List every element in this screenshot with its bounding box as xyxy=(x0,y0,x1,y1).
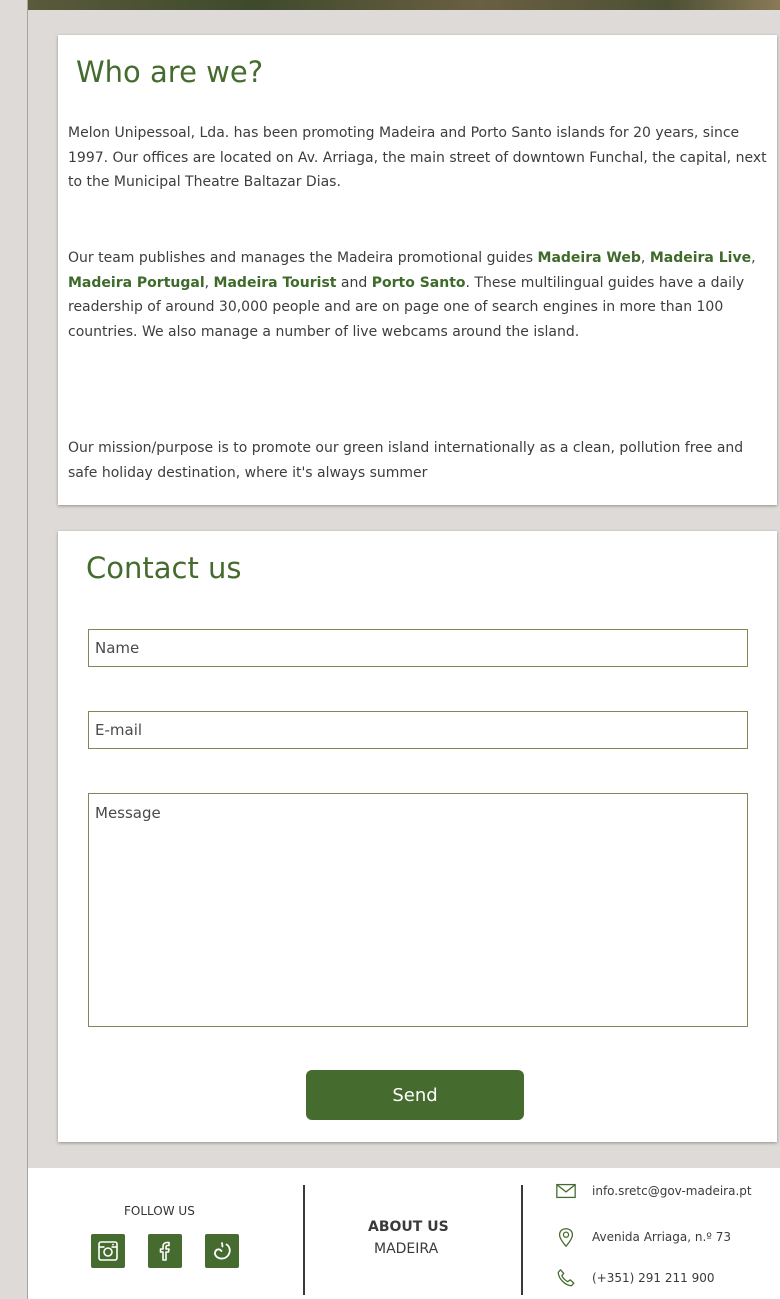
separator: , xyxy=(751,250,756,266)
footer-address-text: Avenida Arriaga, n.º 73 xyxy=(592,1230,732,1244)
about-card: Who are we? Melon Unipessoal, Lda. has b… xyxy=(58,35,777,505)
footer-email-text: info.sretc@gov-madeira.pt xyxy=(592,1184,752,1198)
location-pin-icon xyxy=(555,1226,577,1248)
about-paragraph-3: Our mission/purpose is to promote our gr… xyxy=(68,440,744,481)
about-us-subtitle: MADEIRA xyxy=(374,1241,439,1257)
footer-phone-text: (+351) 291 211 900 xyxy=(592,1271,715,1285)
footer-divider xyxy=(303,1185,305,1295)
madeira-tourist-link[interactable]: Madeira Tourist xyxy=(214,275,337,291)
name-input[interactable] xyxy=(88,629,748,667)
porto-santo-link[interactable]: Porto Santo xyxy=(372,275,466,291)
footer-phone[interactable]: (+351) 291 211 900 xyxy=(555,1267,714,1289)
contact-card: Contact us Send xyxy=(58,531,777,1142)
about-heading: Who are we? xyxy=(76,55,264,89)
email-input[interactable] xyxy=(88,711,748,749)
about-paragraph-1: Melon Unipessoal, Lda. has been promotin… xyxy=(68,125,767,191)
send-button[interactable]: Send xyxy=(306,1070,524,1120)
about-us-title[interactable]: ABOUT US xyxy=(368,1219,449,1235)
phone-icon xyxy=(555,1267,577,1289)
separator: , xyxy=(204,274,214,291)
footer-address: Avenida Arriaga, n.º 73 xyxy=(555,1226,731,1248)
about-paragraph-2-text-start: Our team publishes and manages the Madei… xyxy=(68,250,538,266)
madeira-live-link[interactable]: Madeira Live xyxy=(650,250,751,266)
separator: , xyxy=(640,250,650,266)
separator: and xyxy=(336,274,372,291)
facebook-icon[interactable] xyxy=(148,1234,182,1268)
madeira-portugal-link[interactable]: Madeira Portugal xyxy=(68,275,205,291)
footer-divider xyxy=(521,1185,523,1295)
about-paragraph-2: Our team publishes and manages the Madei… xyxy=(68,246,768,344)
footer-email[interactable]: info.sretc@gov-madeira.pt xyxy=(555,1180,752,1202)
footer: FOLLOW US ABOUT US MADEIRA info.sretc@go… xyxy=(28,1168,780,1299)
contact-heading: Contact us xyxy=(86,551,242,585)
message-textarea[interactable] xyxy=(88,793,748,1027)
instagram-icon[interactable] xyxy=(91,1234,125,1268)
madeira-web-link[interactable]: Madeira Web xyxy=(538,250,641,266)
follow-us-label: FOLLOW US xyxy=(124,1204,195,1218)
tripadvisor-icon[interactable] xyxy=(205,1234,239,1268)
page-left-border xyxy=(27,0,28,1299)
mail-icon xyxy=(555,1180,577,1202)
header-image-strip xyxy=(28,0,780,10)
